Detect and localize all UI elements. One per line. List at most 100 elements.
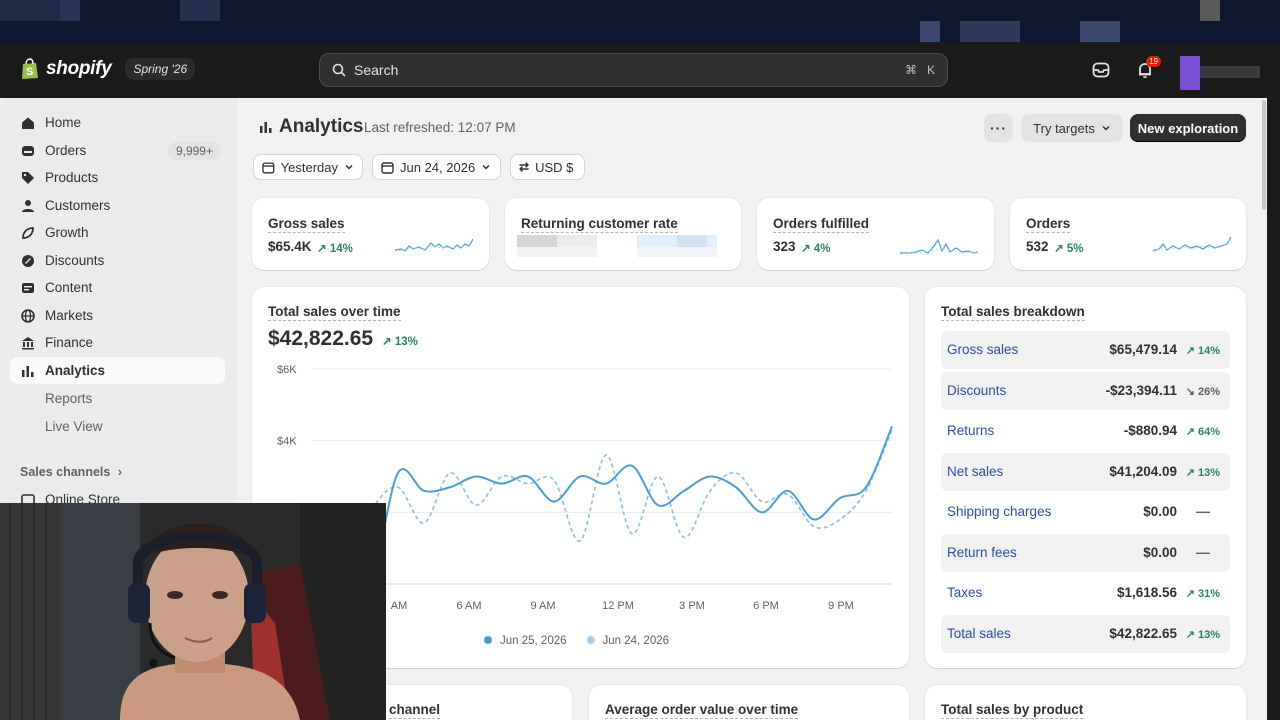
sidebar-subitem-live-view[interactable]: Live View bbox=[45, 419, 103, 434]
arrow-up-icon: ↗ bbox=[1185, 426, 1198, 438]
breakdown-row[interactable]: Gross sales $65,479.14 ↗ 14% bbox=[941, 331, 1230, 369]
x-tick-label: AM bbox=[391, 600, 408, 612]
kpi-change-value: 4% bbox=[813, 243, 831, 255]
sidebar-item-label: Analytics bbox=[45, 363, 106, 378]
kpi-value: 323 bbox=[773, 239, 796, 254]
edition-badge[interactable]: Spring '26 bbox=[125, 58, 196, 80]
breakdown-row[interactable]: Discounts -$23,394.11 ↘ 26% bbox=[941, 371, 1230, 410]
breakdown-change-value: 26% bbox=[1197, 385, 1220, 398]
kpi-title: Returning customer rate bbox=[521, 216, 678, 233]
sidebar-item-label: Orders bbox=[45, 143, 87, 158]
breakdown-row[interactable]: Taxes $1,618.56 ↗ 31% bbox=[941, 574, 1230, 612]
arrow-up-icon: ↗ bbox=[1054, 243, 1067, 255]
y-tick-label: $6K bbox=[277, 364, 297, 376]
breakdown-value: -$23,394.11 bbox=[1105, 382, 1177, 398]
breakdown-label[interactable]: Discounts bbox=[947, 383, 1006, 398]
breakdown-row[interactable]: Total sales $42,822.65 ↗ 13% bbox=[941, 614, 1230, 653]
kpi-change: ↗ 4% bbox=[801, 241, 830, 255]
kpi-card-orders-fulfilled[interactable]: Orders fulfilled 323 ↗ 4% bbox=[757, 198, 994, 270]
new-exploration-button[interactable]: New exploration bbox=[1130, 114, 1246, 142]
orders-icon bbox=[20, 143, 35, 158]
kpi-value: $65.4K bbox=[268, 239, 312, 254]
chart-legend: Jun 25, 2026 Jun 24, 2026 bbox=[484, 635, 669, 647]
chevron-down-icon bbox=[1101, 121, 1111, 136]
avatar[interactable] bbox=[1180, 56, 1280, 90]
sidebar-item-discounts[interactable]: Discounts bbox=[10, 247, 225, 274]
bank-icon bbox=[20, 335, 35, 350]
search-placeholder: Search bbox=[354, 62, 399, 78]
compare-date-filter[interactable]: Jun 24, 2026 bbox=[372, 154, 501, 180]
x-tick-label: 6 AM bbox=[456, 600, 481, 612]
brand-name: shopify bbox=[46, 58, 112, 79]
shopify-logo[interactable]: S shopify Spring '26 bbox=[20, 58, 196, 80]
sales-channels-header[interactable]: Sales channels › bbox=[20, 465, 122, 479]
arrow-up-icon: ↗ bbox=[1185, 588, 1198, 600]
breakdown-change-value: 64% bbox=[1197, 426, 1220, 438]
legend-item-current[interactable]: Jun 25, 2026 bbox=[484, 635, 567, 647]
breakdown-change: — bbox=[1196, 503, 1210, 519]
breakdown-change-value: 31% bbox=[1197, 588, 1220, 600]
browser-strip bbox=[0, 0, 1280, 42]
sidebar-item-finance[interactable]: Finance bbox=[10, 329, 225, 356]
series-line-previous[interactable] bbox=[319, 429, 893, 563]
arrow-up-icon: ↗ bbox=[317, 243, 330, 255]
breakdown-label[interactable]: Returns bbox=[947, 423, 994, 438]
sidebar-item-home[interactable]: Home bbox=[10, 109, 225, 136]
legend-item-previous[interactable]: Jun 24, 2026 bbox=[586, 635, 670, 647]
inbox-icon[interactable] bbox=[1091, 60, 1111, 80]
sidebar-item-markets[interactable]: Markets bbox=[10, 302, 225, 329]
breakdown-row[interactable]: Shipping charges $0.00 — bbox=[941, 493, 1230, 531]
breakdown-row[interactable]: Net sales $41,204.09 ↗ 13% bbox=[941, 452, 1230, 491]
sidebar-item-growth[interactable]: Growth bbox=[10, 219, 225, 246]
sidebar-item-products[interactable]: Products bbox=[10, 164, 225, 191]
sales-channels-label: Sales channels bbox=[20, 465, 111, 479]
breakdown-value: $0.00 bbox=[1143, 544, 1177, 560]
legend-label: Jun 24, 2026 bbox=[602, 635, 670, 647]
arrow-up-icon: ↗ bbox=[1185, 628, 1198, 641]
breakdown-row[interactable]: Returns -$880.94 ↗ 64% bbox=[941, 412, 1230, 450]
more-actions-button[interactable]: ··· bbox=[984, 114, 1013, 142]
webcam-person-image bbox=[0, 503, 386, 720]
discount-icon bbox=[20, 253, 35, 268]
kpi-card-returning-customer-rate[interactable]: Returning customer rate bbox=[505, 198, 741, 270]
calendar-icon bbox=[381, 161, 394, 174]
sidebar-item-analytics[interactable]: Analytics bbox=[10, 357, 225, 384]
breakdown-label[interactable]: Return fees bbox=[947, 545, 1017, 560]
scrollbar[interactable] bbox=[1262, 100, 1266, 210]
breakdown-value: -$880.94 bbox=[1123, 423, 1177, 438]
breakdown-value: $65,479.14 bbox=[1109, 342, 1177, 357]
orders-count-badge: 9,999+ bbox=[167, 141, 221, 160]
kpi-title: Orders fulfilled bbox=[773, 216, 870, 233]
search-input[interactable]: Search ⌘ K bbox=[319, 53, 948, 87]
breakdown-label[interactable]: Taxes bbox=[947, 585, 982, 600]
try-targets-button[interactable]: Try targets bbox=[1021, 114, 1123, 142]
breakdown-change: — bbox=[1196, 544, 1210, 560]
page-title: Analytics bbox=[259, 116, 363, 138]
breakdown-label[interactable]: Gross sales bbox=[947, 342, 1018, 357]
currency-filter[interactable]: ⇄ USD $ bbox=[510, 154, 585, 180]
arrow-up-icon: ↗ bbox=[801, 243, 814, 255]
x-tick-label: 9 AM bbox=[530, 600, 555, 612]
date-range-filter[interactable]: Yesterday bbox=[253, 154, 363, 180]
page-title-text: Analytics bbox=[279, 116, 364, 137]
sidebar-item-customers[interactable]: Customers bbox=[10, 192, 225, 219]
currency-exchange-icon: ⇄ bbox=[519, 160, 530, 174]
breakdown-label[interactable]: Total sales bbox=[947, 626, 1011, 641]
kpi-card-orders[interactable]: Orders 532 ↗ 5% bbox=[1010, 198, 1246, 270]
breakdown-row[interactable]: Return fees $0.00 — bbox=[941, 533, 1230, 572]
breakdown-label[interactable]: Net sales bbox=[947, 464, 1003, 479]
breakdown-change-value: 13% bbox=[1197, 628, 1220, 641]
sales-by-product-card: Total sales by product bbox=[925, 685, 1246, 720]
notifications-button[interactable]: 19 bbox=[1135, 56, 1161, 80]
currency-label: USD $ bbox=[535, 159, 574, 175]
card-title: Total sales breakdown bbox=[941, 304, 1085, 321]
sidebar-subitem-reports[interactable]: Reports bbox=[45, 391, 92, 406]
sidebar-item-orders[interactable]: Orders 9,999+ bbox=[10, 137, 225, 164]
kpi-change: ↗ 5% bbox=[1054, 241, 1083, 255]
kpi-card-gross-sales[interactable]: Gross sales $65.4K ↗ 14% bbox=[252, 198, 489, 270]
breakdown-label[interactable]: Shipping charges bbox=[947, 504, 1051, 519]
sidebar-item-label: Growth bbox=[45, 225, 89, 240]
series-line-current[interactable] bbox=[319, 425, 893, 587]
sidebar-item-content[interactable]: Content bbox=[10, 274, 225, 301]
shortcut-cmd: ⌘ bbox=[904, 63, 917, 77]
